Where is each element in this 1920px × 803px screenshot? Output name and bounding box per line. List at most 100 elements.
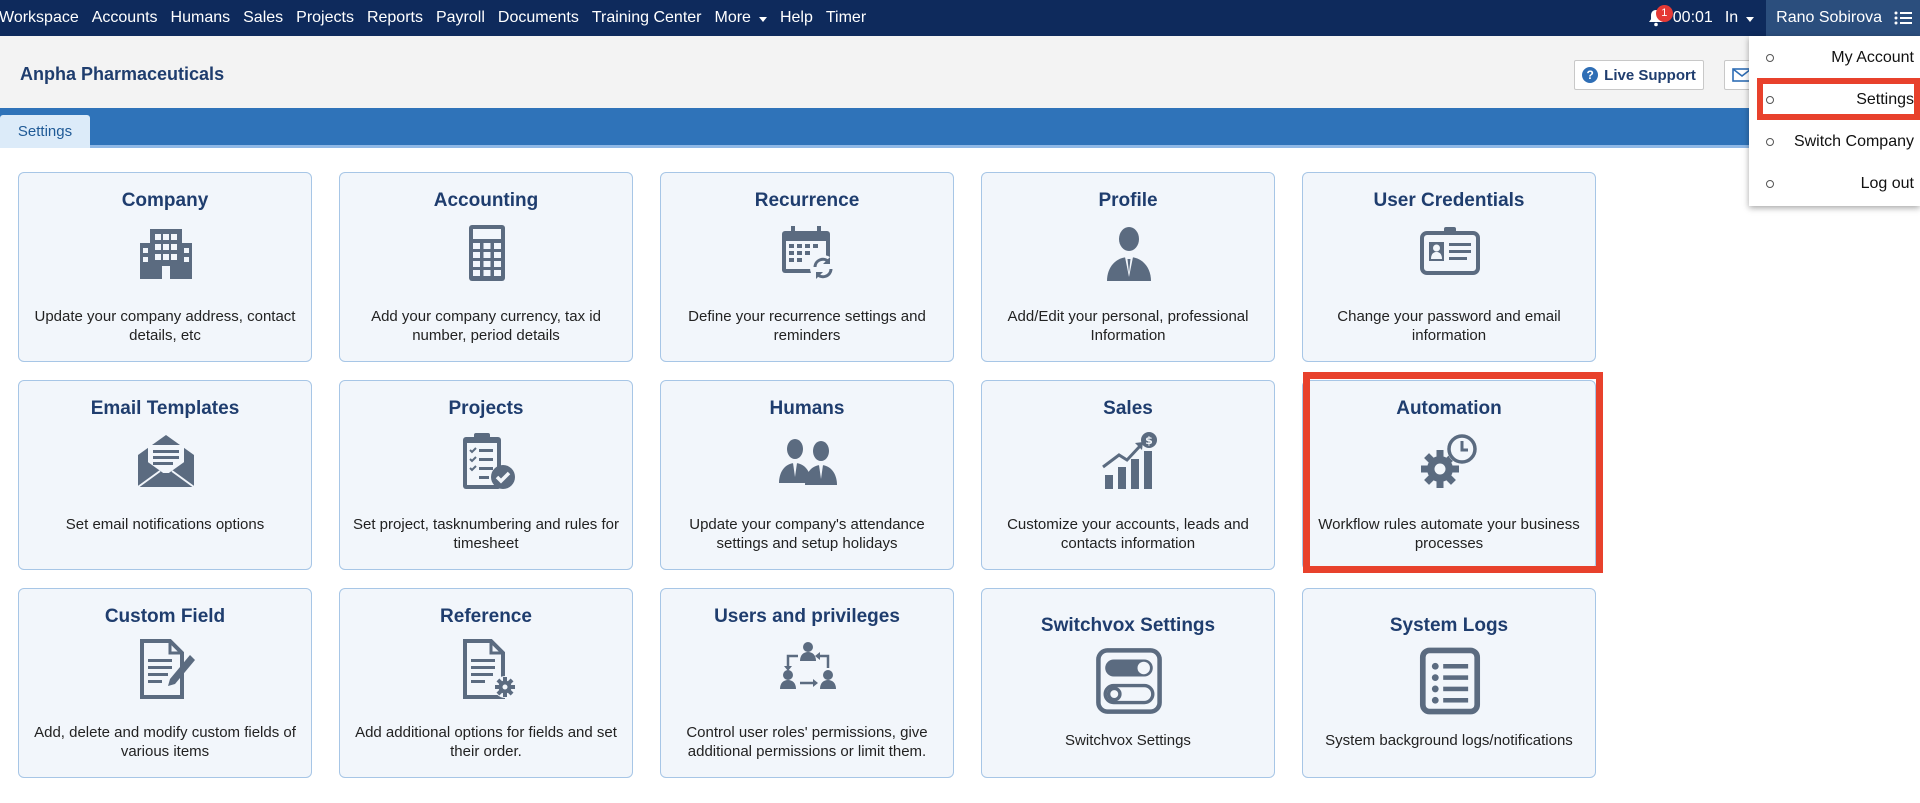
document-pen-icon [140, 639, 195, 699]
live-support-button[interactable]: ? Live Support [1574, 60, 1704, 90]
card-title: Reference [440, 606, 532, 627]
status-dropdown[interactable]: In [1724, 9, 1755, 27]
growth-chart-icon: $ [1102, 432, 1157, 489]
page-header: Anpha Pharmaceuticals ? Live Support [0, 36, 1920, 108]
company-name: Anpha Pharmaceuticals [20, 64, 225, 84]
card-title: Accounting [433, 190, 539, 211]
calendar-refresh-icon [782, 226, 836, 281]
menu-item-log-out[interactable]: Log out [1749, 163, 1920, 205]
nav-help[interactable]: Help [780, 9, 813, 27]
nav-training-center[interactable]: Training Center [592, 9, 702, 27]
user-menu-button[interactable]: Rano Sobirova [1766, 0, 1920, 36]
highlight-box-automation [1303, 372, 1603, 573]
list-menu-icon [1894, 11, 1912, 25]
nav-reports[interactable]: Reports [367, 9, 423, 27]
card-description: Update your company's attendance setting… [689, 516, 925, 552]
card-title: Email Templates [90, 398, 240, 419]
timer-display[interactable]: 00:01 [1673, 9, 1713, 27]
people-icon [779, 439, 837, 485]
card-title: Users and privileges [714, 606, 900, 627]
menu-item-my-account[interactable]: My Account [1749, 37, 1920, 79]
nav-humans[interactable]: Humans [171, 9, 231, 27]
calculator-icon [469, 225, 505, 281]
chevron-down-icon [758, 17, 767, 22]
id-card-icon [1420, 227, 1480, 275]
settings-card-system-logs[interactable]: System Logs System background logs/notif… [1302, 588, 1596, 778]
menu-item-label: My Account [1831, 49, 1914, 66]
card-description: Switchvox Settings [1065, 732, 1191, 749]
settings-card-humans[interactable]: Humans Update your company's attendance … [660, 380, 954, 570]
card-title: Profile [1098, 190, 1158, 211]
nav-more-label: More [714, 9, 751, 26]
nav-documents[interactable]: Documents [498, 9, 579, 27]
live-support-label: Live Support [1604, 66, 1696, 84]
settings-card-users-and-privileges[interactable]: Users and privileges Control user roles'… [660, 588, 954, 778]
card-title: Custom Field [104, 606, 226, 627]
card-description: Set email notifications options [65, 516, 265, 533]
document-gear-icon [463, 639, 516, 699]
nav-accounts[interactable]: Accounts [92, 9, 158, 27]
settings-card-projects[interactable]: Projects Set project, tasknumbering and … [339, 380, 633, 570]
user-name: Rano Sobirova [1776, 9, 1882, 26]
settings-card-custom-field[interactable]: Custom Field Add, delete and modify cust… [18, 588, 312, 778]
menu-item-switch-company[interactable]: Switch Company [1749, 121, 1920, 163]
status-label: In [1724, 9, 1739, 26]
toggle-icon [1096, 648, 1162, 714]
nav-projects[interactable]: Projects [296, 9, 354, 27]
card-title: Humans [769, 398, 845, 419]
card-description: Add your company currency, tax id number… [371, 308, 601, 344]
settings-card-reference[interactable]: Reference Add additional options for fie… [339, 588, 633, 778]
bullet-icon [1766, 180, 1774, 188]
nav-workspace[interactable]: Workspace [0, 9, 79, 27]
highlight-box-settings [1757, 78, 1920, 120]
card-title: Switchvox Settings [1040, 615, 1216, 636]
card-description: Define your recurrence settings and remi… [688, 308, 926, 344]
settings-card-switchvox-settings[interactable]: Switchvox Settings Switchvox Settings [981, 588, 1275, 778]
user-dropdown-menu: My Account Settings Switch Company Log o… [1749, 36, 1920, 206]
nav-timer[interactable]: Timer [826, 9, 866, 27]
menu-item-label: Switch Company [1793, 133, 1914, 150]
settings-card-user-credentials[interactable]: User Credentials Change your password an… [1302, 172, 1596, 362]
bullet-icon [1766, 54, 1774, 62]
tab-bar: Settings [0, 108, 1920, 148]
clipboard-check-icon [463, 433, 515, 489]
help-icon: ? [1582, 67, 1599, 83]
card-description: Add additional options for fields and se… [355, 724, 617, 760]
notification-count-badge: 1 [1655, 5, 1673, 22]
person-icon [1107, 227, 1151, 281]
bullet-icon [1766, 138, 1774, 146]
card-title: User Credentials [1373, 190, 1525, 211]
card-title: Recurrence [754, 190, 860, 211]
card-description: Set project, tasknumbering and rules for… [353, 516, 619, 552]
settings-card-profile[interactable]: Profile Add/Edit your personal, professi… [981, 172, 1275, 362]
card-title: Projects [448, 398, 524, 419]
settings-card-accounting[interactable]: Accounting Add your company currency, ta… [339, 172, 633, 362]
card-title: System Logs [1389, 615, 1509, 636]
top-navigation-bar: Workspace Accounts Humans Sales Projects… [0, 0, 1920, 36]
chevron-down-icon [1746, 17, 1755, 22]
card-description: Control user roles' permissions, give ad… [686, 724, 928, 760]
tab-settings[interactable]: Settings [0, 115, 90, 148]
card-title: Company [121, 190, 209, 211]
settings-card-email-templates[interactable]: Email Templates Set email notifications … [18, 380, 312, 570]
notifications-button[interactable]: 1 [1645, 0, 1673, 36]
settings-card-recurrence[interactable]: Recurrence Define your recurrence settin… [660, 172, 954, 362]
menu-item-label: Log out [1860, 175, 1914, 192]
settings-card-sales[interactable]: Sales $ Customize your accounts, leads a… [981, 380, 1275, 570]
card-description: Update your company address, contact det… [34, 308, 296, 344]
envelope-icon [137, 435, 195, 488]
list-icon [1419, 647, 1481, 715]
svg-text:$: $ [1145, 434, 1153, 447]
card-description: System background logs/notifications [1325, 732, 1573, 749]
nav-payroll[interactable]: Payroll [436, 9, 485, 27]
user-transfer-icon [780, 642, 836, 689]
nav-right-section: 1 00:01 In Rano Sobirova [1645, 0, 1920, 36]
card-title: Sales [1103, 398, 1153, 419]
nav-more[interactable]: More [715, 9, 767, 27]
building-icon [140, 229, 192, 279]
card-description: Customize your accounts, leads and conta… [1007, 516, 1249, 552]
card-description: Change your password and email informati… [1337, 308, 1561, 344]
card-description: Add, delete and modify custom fields of … [34, 724, 296, 760]
settings-card-company[interactable]: Company Update your company address, con… [18, 172, 312, 362]
nav-sales[interactable]: Sales [243, 9, 283, 27]
